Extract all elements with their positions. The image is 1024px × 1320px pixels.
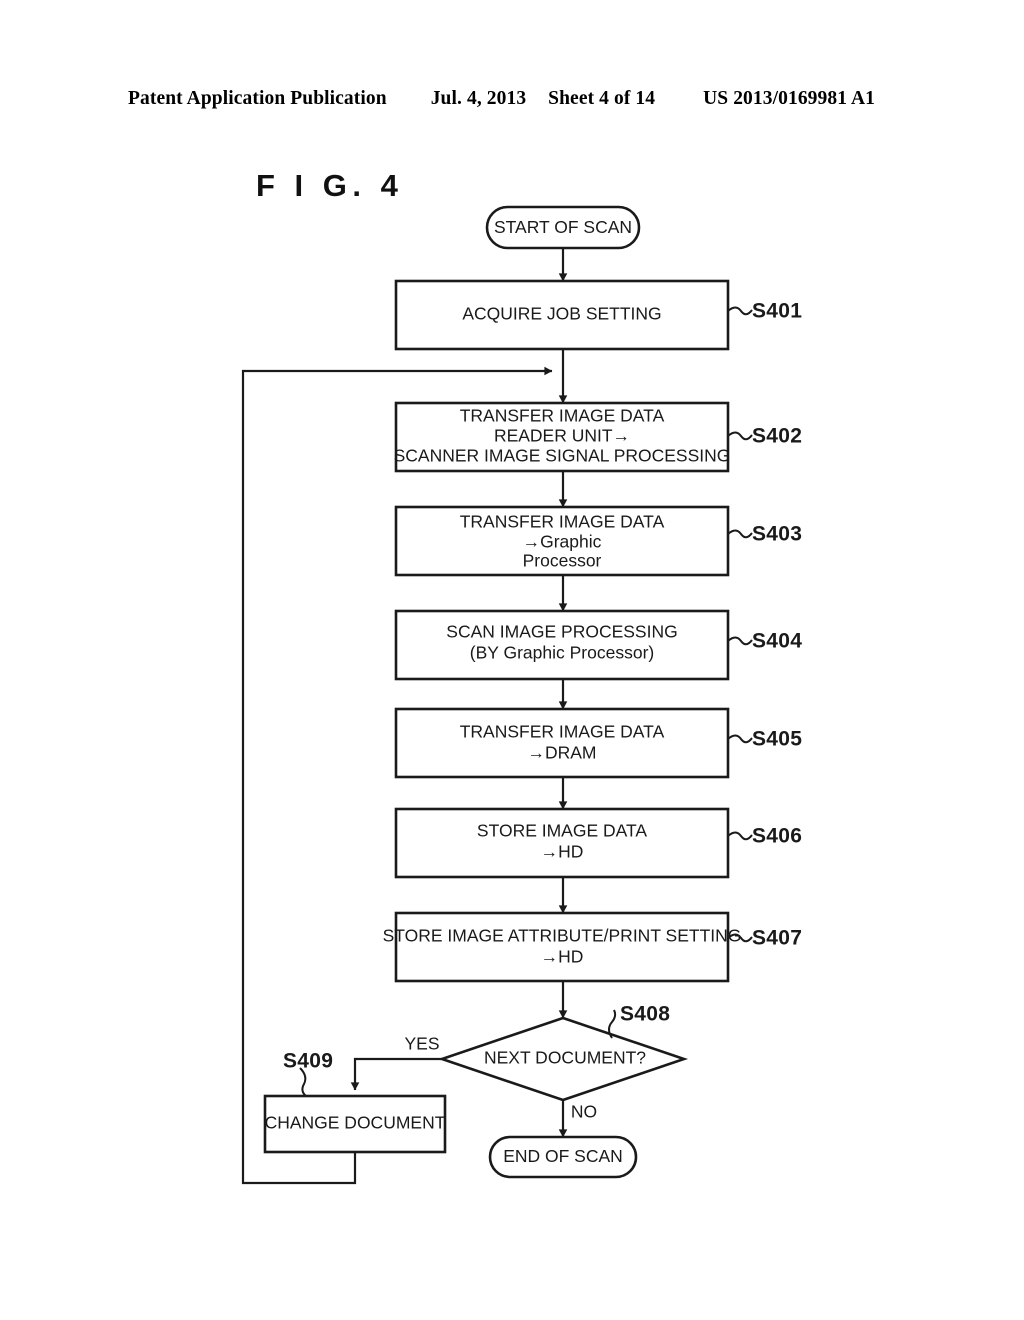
s401-step-leader: [727, 306, 753, 316]
s408-yes-label: YES: [404, 1034, 439, 1054]
s401-step-label: S401: [752, 300, 802, 323]
patent-figure-page: Patent Application Publication Jul. 4, 2…: [0, 0, 1024, 1320]
connector-s408-yes-to-s409: [350, 1057, 442, 1091]
s409-label: CHANGE DOCUMENT: [265, 1113, 446, 1133]
s401-line-1: ACQUIRE JOB SETTING: [462, 304, 661, 324]
s404-step-leader: [727, 636, 753, 646]
s403-line-2: →Graphic: [523, 532, 602, 552]
flow-node-s405: TRANSFER IMAGE DATA →DRAM: [394, 707, 730, 779]
s406-line-2: →HD: [541, 842, 584, 862]
s409-step-label: S409: [283, 1050, 333, 1073]
s406-step-label: S406: [752, 825, 802, 848]
s407-step-label: S407: [752, 927, 802, 950]
s408-decision-label: NEXT DOCUMENT?: [484, 1048, 646, 1068]
s402-step-leader: [727, 431, 753, 441]
s404-line-1: SCAN IMAGE PROCESSING: [446, 622, 677, 642]
end-node-label: END OF SCAN: [503, 1146, 623, 1166]
flow-node-s406: STORE IMAGE DATA →HD: [394, 807, 730, 879]
s408-step-label: S408: [620, 1003, 670, 1026]
s405-line-1: TRANSFER IMAGE DATA: [460, 722, 665, 742]
s403-step-leader: [727, 529, 753, 539]
flow-node-end: END OF SCAN: [488, 1135, 638, 1179]
flow-node-s404: SCAN IMAGE PROCESSING (BY Graphic Proces…: [394, 609, 730, 681]
flow-node-s402: TRANSFER IMAGE DATA READER UNIT→ SCANNER…: [394, 401, 731, 473]
flow-node-s401: ACQUIRE JOB SETTING: [394, 279, 730, 351]
s402-line-1: TRANSFER IMAGE DATA: [460, 406, 665, 426]
s402-step-label: S402: [752, 425, 802, 448]
s407-line-2: →HD: [541, 947, 584, 967]
scan-process-flowchart: START OF SCAN ACQUIRE JOB SETTING S401 T…: [241, 205, 802, 1185]
s403-step-label: S403: [752, 523, 802, 546]
s404-line-2: (BY Graphic Processor): [470, 643, 654, 663]
s407-line-1: STORE IMAGE ATTRIBUTE/PRINT SETTING: [383, 926, 742, 946]
flow-node-s409: CHANGE DOCUMENT: [263, 1094, 447, 1154]
flow-node-start: START OF SCAN: [485, 205, 641, 250]
s405-step-label: S405: [752, 728, 802, 751]
flow-node-s407: STORE IMAGE ATTRIBUTE/PRINT SETTING →HD: [383, 911, 742, 983]
s406-line-1: STORE IMAGE DATA: [477, 821, 647, 841]
s405-step-leader: [727, 734, 753, 744]
start-node-label: START OF SCAN: [494, 217, 632, 237]
s405-line-2: →DRAM: [527, 743, 596, 763]
s403-line-3: Processor: [523, 551, 602, 571]
s404-step-label: S404: [752, 630, 802, 653]
flow-node-s408-decision: NEXT DOCUMENT?: [437, 1016, 689, 1102]
s403-line-1: TRANSFER IMAGE DATA: [460, 512, 665, 532]
s402-line-3: SCANNER IMAGE SIGNAL PROCESSING: [394, 446, 731, 466]
flow-node-s403: TRANSFER IMAGE DATA →Graphic Processor: [394, 505, 730, 577]
s402-line-2: READER UNIT→: [494, 426, 630, 446]
s408-no-label: NO: [571, 1102, 597, 1122]
s406-step-leader: [727, 831, 753, 841]
